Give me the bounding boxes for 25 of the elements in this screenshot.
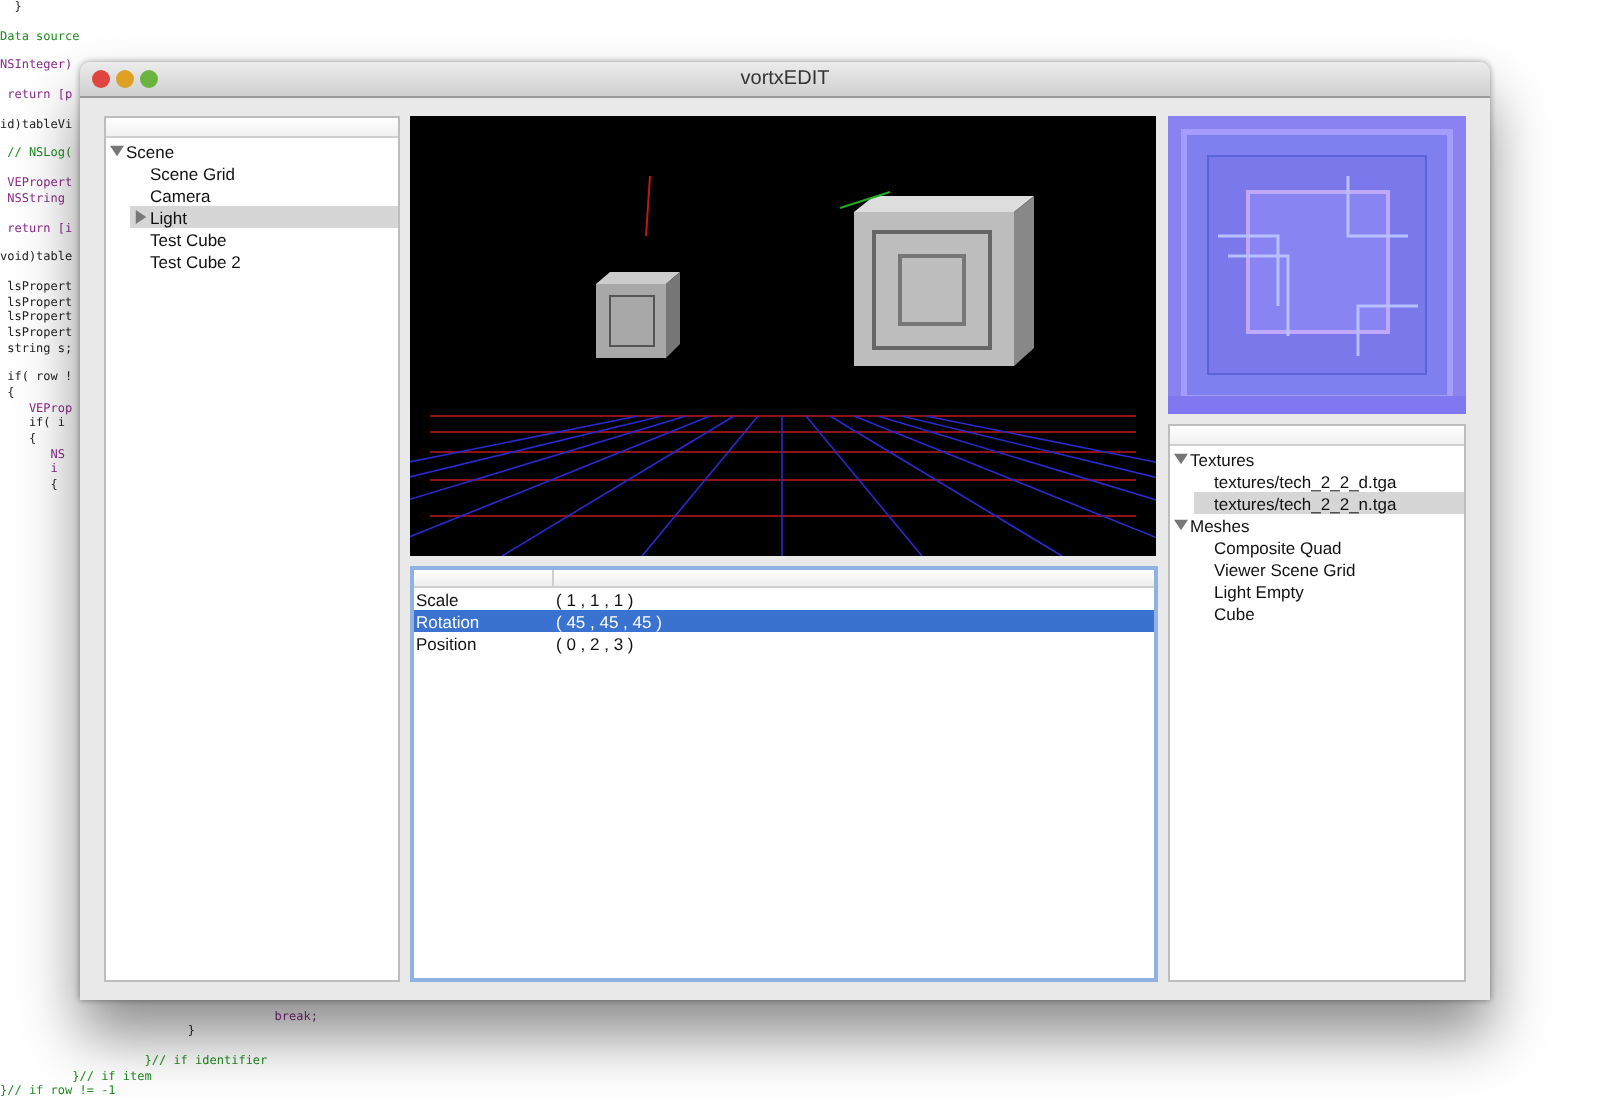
tree-item[interactable]: Test Cube 2	[130, 250, 398, 272]
tree-item[interactable]: Textures	[1170, 448, 1464, 470]
tree-item[interactable]: Cube	[1194, 602, 1464, 624]
expanded-triangle-icon[interactable]	[1174, 518, 1188, 532]
zoom-button[interactable]	[140, 70, 158, 88]
tree-item[interactable]: Light	[130, 206, 398, 228]
collapsed-triangle-icon[interactable]	[134, 210, 148, 224]
minimize-button[interactable]	[116, 70, 134, 88]
property-row[interactable]: Position ( 0 , 2 , 3 )	[414, 632, 1154, 654]
tree-item[interactable]: Camera	[130, 184, 398, 206]
window-title: vortxEDIT	[740, 68, 830, 90]
tree-item[interactable]: Test Cube	[130, 228, 398, 250]
tree-item[interactable]: Scene Grid	[130, 162, 398, 184]
expanded-triangle-icon[interactable]	[110, 144, 124, 158]
tree-item[interactable]: Viewer Scene Grid	[1194, 558, 1464, 580]
tree-item[interactable]: Composite Quad	[1194, 536, 1464, 558]
close-button[interactable]	[92, 70, 110, 88]
expanded-triangle-icon[interactable]	[1174, 452, 1188, 466]
tree-item[interactable]: textures/tech_2_2_n.tga	[1194, 492, 1464, 514]
tree-item[interactable]: Light Empty	[1194, 580, 1464, 602]
property-row[interactable]: Rotation ( 45 , 45 , 45 )	[414, 610, 1154, 632]
property-row[interactable]: Scale ( 1 , 1 , 1 )	[414, 588, 1154, 610]
tree-item[interactable]: Meshes	[1170, 514, 1464, 536]
tree-item[interactable]: Scene	[106, 140, 398, 162]
tree-item[interactable]: textures/tech_2_2_d.tga	[1194, 470, 1464, 492]
